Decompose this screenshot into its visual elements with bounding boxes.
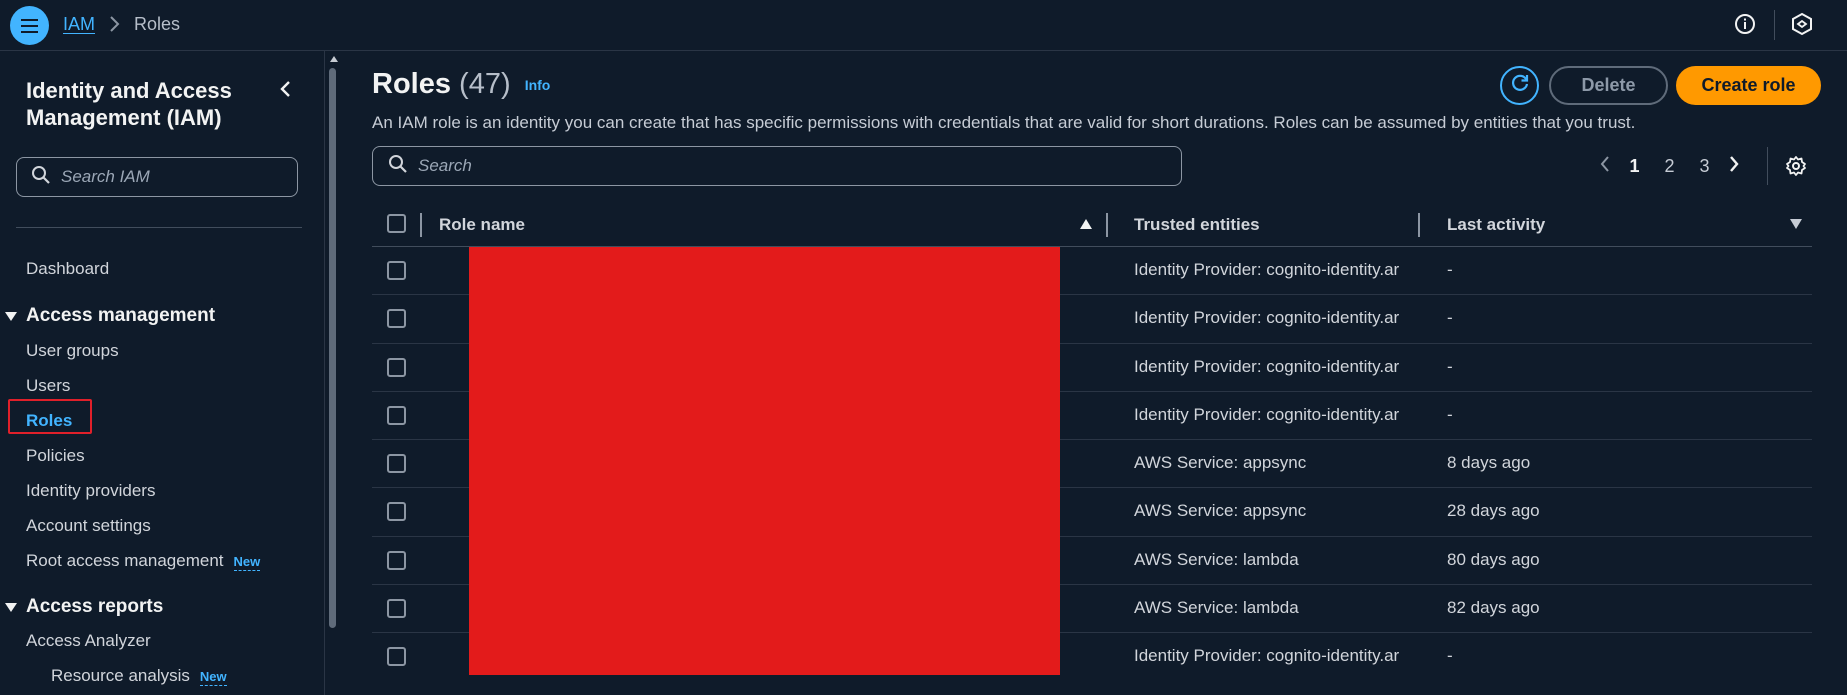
sidebar-search-input[interactable] bbox=[61, 167, 291, 187]
sidebar-item-roles[interactable]: Roles bbox=[26, 411, 72, 431]
info-link[interactable]: Info bbox=[525, 77, 551, 93]
last-activity-cell: - bbox=[1447, 404, 1453, 424]
redaction-overlay bbox=[469, 247, 1060, 675]
roles-table: Role name Trusted entities Last activity… bbox=[372, 201, 1812, 682]
new-badge: New bbox=[199, 669, 227, 686]
chevron-right-icon bbox=[108, 13, 122, 40]
column-header-last-activity[interactable]: Last activity bbox=[1447, 215, 1545, 235]
sidebar-item-users[interactable]: Users bbox=[26, 376, 70, 396]
create-role-button[interactable]: Create role bbox=[1676, 66, 1821, 105]
sidebar-search-field[interactable] bbox=[16, 157, 298, 197]
trusted-entities-cell: AWS Service: appsync bbox=[1134, 501, 1307, 521]
sidebar-section-access-reports[interactable]: Access reports bbox=[4, 596, 163, 618]
last-activity-cell: 82 days ago bbox=[1447, 598, 1540, 618]
hamburger-menu-icon[interactable] bbox=[10, 6, 49, 45]
sidebar-title: Identity and Access Management (IAM) bbox=[26, 78, 232, 130]
cloudshell-icon[interactable] bbox=[1790, 12, 1814, 41]
page-title: Roles (47) Info bbox=[372, 68, 550, 101]
last-activity-cell: 80 days ago bbox=[1447, 549, 1540, 569]
table-body: Identity Provider: cognito-identity.ar - … bbox=[372, 247, 1812, 682]
sidebar-item-resource-analysis[interactable]: Resource analysis New bbox=[51, 666, 227, 686]
sort-descending-icon[interactable] bbox=[1790, 219, 1802, 229]
trusted-entities-cell: Identity Provider: cognito-identity.ar bbox=[1134, 308, 1400, 328]
row-checkbox[interactable] bbox=[387, 550, 406, 570]
sidebar-item-dashboard[interactable]: Dashboard bbox=[26, 259, 109, 279]
breadcrumb-current: Roles bbox=[134, 14, 181, 34]
last-activity-cell: - bbox=[1447, 308, 1453, 328]
scroll-up-arrow-icon[interactable] bbox=[330, 56, 338, 62]
new-badge: New bbox=[233, 554, 261, 571]
trusted-entities-cell: AWS Service: lambda bbox=[1134, 549, 1299, 569]
page-3[interactable]: 3 bbox=[1687, 156, 1722, 177]
caret-down-icon bbox=[5, 602, 17, 612]
sidebar-divider bbox=[16, 227, 302, 228]
trusted-entities-cell: AWS Service: appsync bbox=[1134, 453, 1307, 473]
roles-search-field[interactable] bbox=[372, 146, 1182, 186]
last-activity-cell: - bbox=[1447, 646, 1453, 666]
table-header: Role name Trusted entities Last activity bbox=[372, 201, 1812, 247]
row-checkbox[interactable] bbox=[387, 357, 406, 377]
last-activity-cell: - bbox=[1447, 260, 1453, 279]
column-header-trusted-entities[interactable]: Trusted entities bbox=[1134, 215, 1260, 235]
page-1[interactable]: 1 bbox=[1617, 156, 1652, 177]
page-description: An IAM role is an identity you can creat… bbox=[372, 113, 1636, 132]
previous-page-icon[interactable] bbox=[1593, 154, 1617, 179]
sidebar-item-root-access-management[interactable]: Root access management New bbox=[26, 551, 261, 571]
info-circle-icon[interactable] bbox=[1734, 13, 1756, 40]
row-checkbox[interactable] bbox=[387, 502, 406, 522]
last-activity-cell: - bbox=[1447, 356, 1453, 376]
next-page-icon[interactable] bbox=[1722, 154, 1746, 179]
top-navigation-bar: IAM Roles bbox=[0, 0, 1847, 51]
last-activity-cell: 28 days ago bbox=[1447, 501, 1540, 521]
trusted-entities-cell: Identity Provider: cognito-identity.ar bbox=[1134, 646, 1400, 666]
row-checkbox[interactable] bbox=[387, 454, 406, 474]
caret-down-icon bbox=[5, 311, 17, 321]
roles-search-input[interactable] bbox=[418, 156, 1158, 176]
trusted-entities-cell: Identity Provider: cognito-identity.ar bbox=[1134, 356, 1400, 376]
refresh-button[interactable] bbox=[1500, 66, 1539, 105]
collapse-sidebar-icon[interactable] bbox=[278, 79, 294, 106]
search-icon bbox=[31, 165, 51, 190]
trusted-entities-cell: AWS Service: lambda bbox=[1134, 598, 1299, 618]
page-title-text: Roles bbox=[372, 68, 451, 100]
trusted-entities-cell: Identity Provider: cognito-identity.ar bbox=[1134, 260, 1400, 279]
side-navigation: Identity and Access Management (IAM) Das… bbox=[0, 51, 325, 695]
column-header-role-name[interactable]: Role name bbox=[439, 215, 525, 235]
refresh-icon bbox=[1509, 72, 1531, 99]
sidebar-item-user-groups[interactable]: User groups bbox=[26, 341, 119, 361]
row-checkbox[interactable] bbox=[387, 647, 406, 667]
sort-ascending-icon[interactable] bbox=[1080, 219, 1092, 229]
column-divider bbox=[420, 213, 422, 237]
page-2[interactable]: 2 bbox=[1652, 156, 1687, 177]
sidebar-item-label: Root access management bbox=[26, 551, 224, 570]
sidebar-item-label: Resource analysis bbox=[51, 666, 190, 685]
last-activity-cell: 8 days ago bbox=[1447, 453, 1531, 473]
column-divider bbox=[1106, 213, 1108, 237]
sidebar-scrollbar[interactable] bbox=[327, 54, 339, 695]
toolbar-divider bbox=[1774, 10, 1775, 40]
column-divider bbox=[1418, 213, 1420, 237]
pagination-divider bbox=[1767, 147, 1768, 185]
trusted-entities-cell: Identity Provider: cognito-identity.ar bbox=[1134, 404, 1400, 424]
row-checkbox[interactable] bbox=[387, 599, 406, 619]
section-label: Access management bbox=[26, 305, 216, 326]
sidebar-item-access-analyzer[interactable]: Access Analyzer bbox=[26, 631, 151, 651]
pagination: 1 2 3 bbox=[1593, 154, 1746, 179]
sidebar-item-policies[interactable]: Policies bbox=[26, 446, 85, 466]
search-icon bbox=[388, 154, 408, 179]
gear-icon[interactable] bbox=[1785, 155, 1807, 182]
sidebar-item-account-settings[interactable]: Account settings bbox=[26, 516, 151, 536]
breadcrumb-iam-link[interactable]: IAM bbox=[63, 14, 95, 35]
row-checkbox[interactable] bbox=[387, 309, 406, 329]
section-label: Access reports bbox=[26, 596, 164, 617]
row-checkbox[interactable] bbox=[387, 405, 406, 425]
select-all-checkbox[interactable] bbox=[387, 214, 406, 233]
delete-button[interactable]: Delete bbox=[1549, 66, 1668, 105]
main-content: Roles (47) Info An IAM role is an identi… bbox=[341, 51, 1847, 695]
sidebar-section-access-management[interactable]: Access management bbox=[4, 305, 215, 327]
role-count: (47) bbox=[459, 68, 511, 100]
row-checkbox[interactable] bbox=[387, 261, 406, 280]
scrollbar-thumb[interactable] bbox=[329, 68, 336, 628]
sidebar-item-identity-providers[interactable]: Identity providers bbox=[26, 481, 155, 501]
